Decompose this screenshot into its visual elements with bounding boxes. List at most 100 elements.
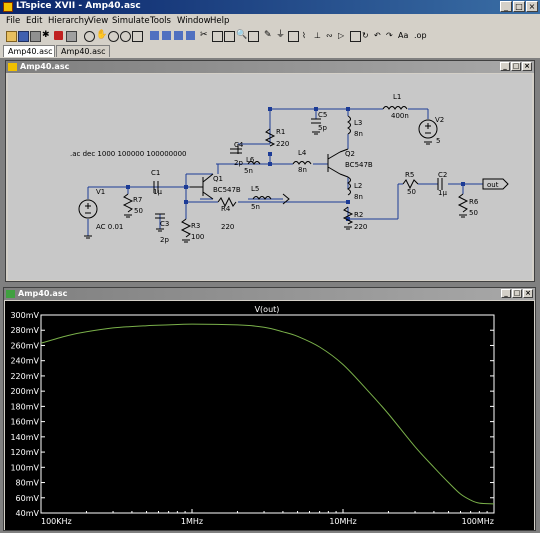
app-title: LTspice XVII - Amp40.asc xyxy=(16,1,141,11)
zoom-all-icon[interactable] xyxy=(132,31,143,42)
rotate-icon[interactable]: ↻ xyxy=(362,31,371,40)
undo-icon[interactable]: ↶ xyxy=(374,31,383,40)
y-tick-label: 40mV xyxy=(16,509,40,518)
spice-directive[interactable]: .ac dec 1000 100000 100000000 xyxy=(70,150,186,158)
tile-horizontal-icon[interactable] xyxy=(162,31,171,40)
plot-maximize-button[interactable]: □ xyxy=(512,289,522,298)
label-R4: R4 xyxy=(221,205,231,213)
tab-amp40-plot[interactable]: Amp40.asc xyxy=(56,45,110,57)
close-window-icon[interactable] xyxy=(186,31,195,40)
schematic-maximize-button[interactable]: □ xyxy=(511,62,521,71)
settings-icon[interactable] xyxy=(30,31,41,42)
label-C5-value: 5p xyxy=(318,124,327,132)
x-tick-label: 100MHz xyxy=(462,517,494,526)
label-icon[interactable] xyxy=(288,31,299,42)
text-icon[interactable]: Aa xyxy=(398,31,408,40)
schematic-window-title: Amp40.asc xyxy=(20,62,70,71)
label-Q2-model: BC547B xyxy=(345,161,373,169)
plot-window: Amp40.asc _ □ × V(out) 300mV 280mV 260mV 24… xyxy=(3,287,536,531)
y-tick-label: 60mV xyxy=(16,494,40,503)
cut-icon[interactable]: ✂ xyxy=(200,31,209,40)
menu-edit[interactable]: Edit xyxy=(26,16,42,26)
component-icon[interactable] xyxy=(350,31,361,42)
label-L1: L1 xyxy=(393,93,401,101)
label-L5: L5 xyxy=(251,185,259,193)
ground-icon[interactable]: ⏚ xyxy=(276,31,285,40)
label-C2: C2 xyxy=(438,171,447,179)
label-L2-value: 8n xyxy=(354,193,363,201)
y-tick-label: 120mV xyxy=(10,448,39,457)
y-tick-label: 220mV xyxy=(10,372,39,381)
label-out: out xyxy=(487,181,499,189)
copy-icon[interactable] xyxy=(212,31,223,42)
diode-icon[interactable]: ▷ xyxy=(338,31,347,40)
plot-minimize-button[interactable]: _ xyxy=(501,289,511,298)
plot-close-button[interactable]: × xyxy=(523,289,533,298)
label-R6: R6 xyxy=(469,198,479,206)
trace-title[interactable]: V(out) xyxy=(255,305,280,314)
pan-icon[interactable]: ✋ xyxy=(96,31,107,40)
label-R7: R7 xyxy=(133,196,142,204)
waveform-plot[interactable]: V(out) 300mV 280mV 260mV 240mV 220mV 200mV 180… xyxy=(5,301,534,530)
minimize-button[interactable]: _ xyxy=(500,1,512,12)
label-L3-value: 8n xyxy=(354,130,363,138)
capacitor-icon[interactable]: ⊥ xyxy=(314,31,323,40)
menu-simulate[interactable]: Simulate xyxy=(112,16,150,26)
inductor-icon[interactable]: ∾ xyxy=(326,31,335,40)
tab-label: Amp40.asc xyxy=(61,47,106,56)
label-C1: C1 xyxy=(151,169,160,177)
schematic-canvas[interactable]: .ac dec 1000 100000 100000000 L1 400n V2… xyxy=(8,74,532,280)
label-L5-value: 5n xyxy=(251,203,260,211)
tile-vertical-icon[interactable] xyxy=(150,31,159,40)
cascade-icon[interactable] xyxy=(174,31,183,40)
label-R1: R1 xyxy=(276,128,285,136)
spice-directive-icon[interactable]: .op xyxy=(414,31,427,40)
plot-window-title: Amp40.asc xyxy=(18,289,68,298)
print-icon[interactable] xyxy=(248,31,259,42)
zoom-fit-icon[interactable] xyxy=(120,31,131,42)
menu-file[interactable]: File xyxy=(6,16,20,26)
menu-window[interactable]: Window xyxy=(177,16,211,26)
open-icon[interactable] xyxy=(6,31,17,42)
run-icon[interactable]: ✱ xyxy=(42,31,51,40)
tab-amp40-schematic[interactable]: Amp40.asc xyxy=(3,45,55,57)
wire-icon[interactable]: ✎ xyxy=(264,31,273,40)
paste-icon[interactable] xyxy=(224,31,235,42)
label-R7-value: 50 xyxy=(134,207,143,215)
zoom-out-icon[interactable] xyxy=(108,31,119,42)
find-icon[interactable]: 🔍 xyxy=(236,31,247,40)
label-V1-value: AC 0.01 xyxy=(96,223,123,231)
zoom-in-icon[interactable] xyxy=(84,31,95,42)
label-C1-value: 1µ xyxy=(153,188,162,196)
menu-bar: File Edit Hierarchy View Simulate Tools … xyxy=(0,14,540,28)
halt-icon[interactable] xyxy=(54,31,63,40)
resistor-icon[interactable]: ⌇ xyxy=(302,31,311,40)
toolbar: ✱ ✋ ✂ 🔍 ✎ ⏚ ⌇ ⊥ ∾ ▷ ↻ ↶ ↷ Aa .op xyxy=(0,28,540,45)
menu-hierarchy[interactable]: Hierarchy xyxy=(48,16,89,26)
menu-view[interactable]: View xyxy=(88,16,108,26)
save-icon[interactable] xyxy=(18,31,29,42)
menu-help[interactable]: Help xyxy=(210,16,229,26)
y-tick-label: 240mV xyxy=(10,357,39,366)
schematic-minimize-button[interactable]: _ xyxy=(500,62,510,71)
label-L6: L6 xyxy=(246,156,255,164)
tab-label: Amp40.asc xyxy=(8,47,53,56)
app-icon xyxy=(3,2,13,12)
schematic-window: Amp40.asc _ □ × .ac dec 1000 100000 1000… xyxy=(5,60,535,282)
label-L2: L2 xyxy=(354,182,362,190)
label-C5: C5 xyxy=(318,111,327,119)
label-L1-value: 400n xyxy=(391,112,409,120)
maximize-button[interactable]: □ xyxy=(513,1,525,12)
label-L6-value: 5n xyxy=(244,167,253,175)
redo-icon[interactable]: ↷ xyxy=(386,31,395,40)
control-panel-icon[interactable] xyxy=(66,31,77,42)
y-tick-label: 260mV xyxy=(10,341,39,350)
label-R5-value: 50 xyxy=(407,188,416,196)
y-tick-label: 140mV xyxy=(10,433,39,442)
y-tick-label: 300mV xyxy=(10,311,39,320)
menu-tools[interactable]: Tools xyxy=(150,16,171,26)
y-tick-label: 100mV xyxy=(10,463,39,472)
close-button[interactable]: × xyxy=(526,1,538,12)
schematic-close-button[interactable]: × xyxy=(522,62,532,71)
label-L4-value: 8n xyxy=(298,166,307,174)
